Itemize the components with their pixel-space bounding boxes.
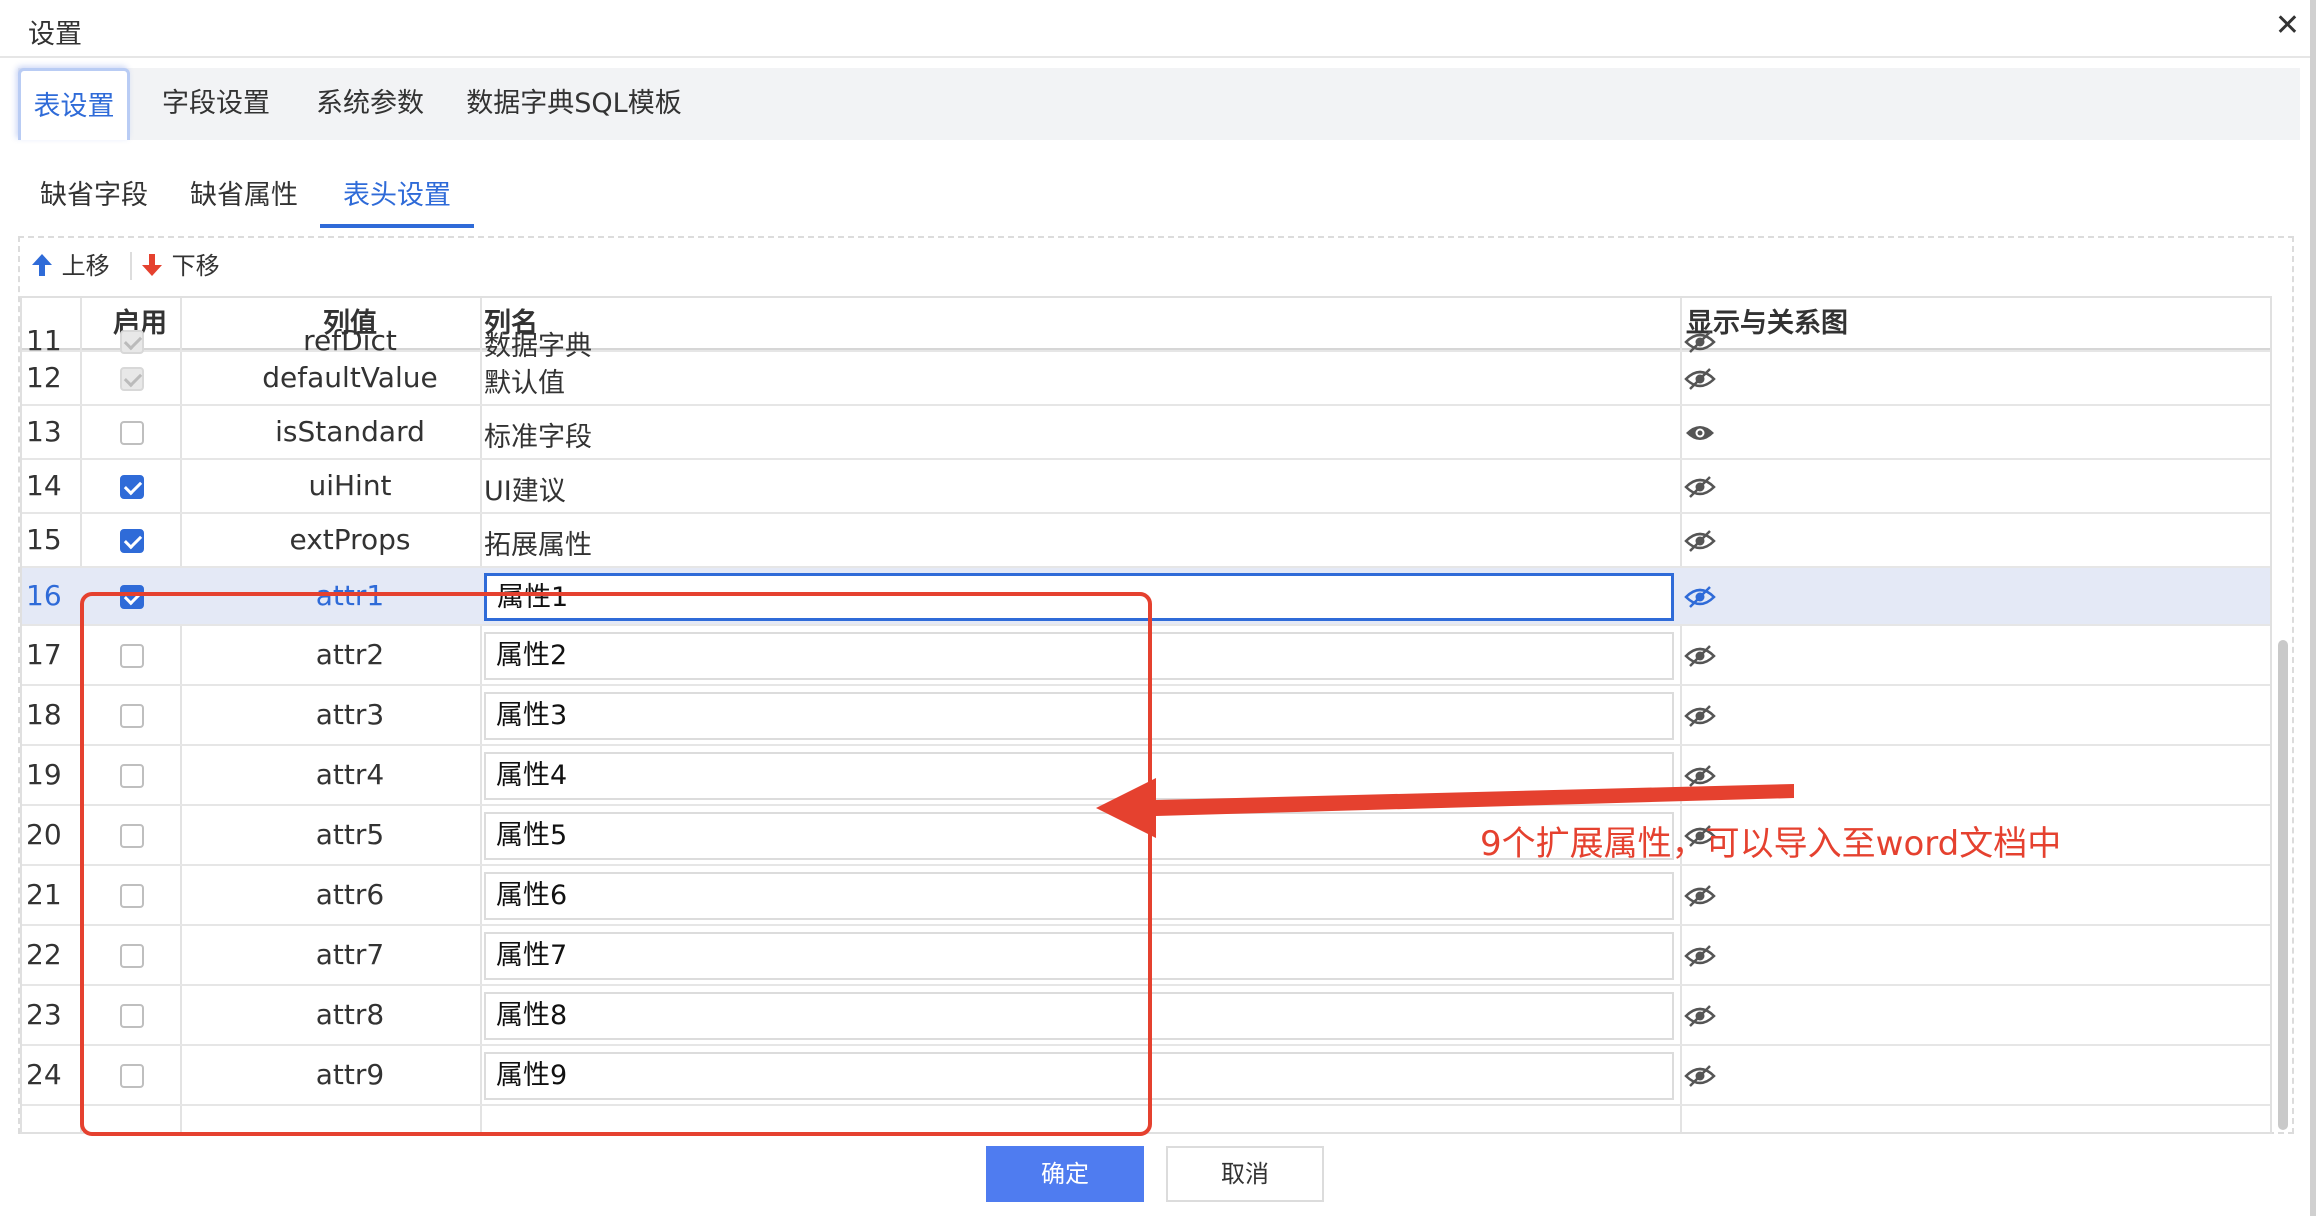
row-number: 17 bbox=[26, 638, 62, 671]
row-number: 21 bbox=[26, 878, 62, 911]
table-row[interactable]: 15 extProps 拓展属性 bbox=[22, 514, 2270, 568]
subtab-default-fields[interactable]: 缺省字段 bbox=[36, 176, 152, 228]
eye-off-icon[interactable] bbox=[1684, 475, 1716, 499]
row-number: 23 bbox=[26, 998, 62, 1031]
column-name[interactable]: UI建议 bbox=[484, 469, 566, 508]
column-name[interactable]: 标准字段 bbox=[484, 415, 592, 454]
dialog-titlebar: 设置 ✕ bbox=[0, 0, 2316, 58]
eye-off-icon[interactable] bbox=[1684, 644, 1716, 668]
column-value: uiHint bbox=[308, 469, 392, 502]
table-row[interactable]: 12 defaultValue 默认值 bbox=[22, 352, 2270, 406]
enable-checkbox[interactable] bbox=[120, 475, 144, 499]
table-row[interactable]: 13 isStandard 标准字段 bbox=[22, 406, 2270, 460]
row-number: 18 bbox=[26, 698, 62, 731]
row-number: 22 bbox=[26, 938, 62, 971]
column-value: extProps bbox=[289, 523, 411, 556]
eye-off-icon[interactable] bbox=[1684, 704, 1716, 728]
dialog-title: 设置 bbox=[28, 19, 82, 50]
move-up-label: 上移 bbox=[61, 252, 110, 280]
tab-system-params[interactable]: 系统参数 bbox=[300, 68, 440, 140]
eye-off-icon[interactable] bbox=[1684, 367, 1716, 391]
main-tabs: 表设置 字段设置 系统参数 数据字典SQL模板 bbox=[18, 68, 2300, 140]
tab-dict-sql-template[interactable]: 数据字典SQL模板 bbox=[454, 68, 694, 140]
move-up-button[interactable]: 上移 bbox=[30, 246, 110, 286]
enable-checkbox[interactable] bbox=[120, 367, 144, 391]
move-down-button[interactable]: 下移 bbox=[140, 246, 220, 286]
eye-off-icon[interactable] bbox=[1684, 529, 1716, 553]
arrow-up-icon bbox=[32, 254, 52, 276]
eye-icon[interactable] bbox=[1684, 421, 1716, 445]
window-edge bbox=[2310, 0, 2316, 1216]
column-value: isStandard bbox=[275, 415, 425, 448]
row-number: 16 bbox=[26, 579, 62, 612]
column-value: defaultValue bbox=[262, 361, 438, 394]
subtab-header-settings[interactable]: 表头设置 bbox=[320, 176, 474, 228]
row-number: 24 bbox=[26, 1058, 62, 1091]
cancel-button[interactable]: 取消 bbox=[1166, 1146, 1324, 1202]
enable-checkbox[interactable] bbox=[120, 529, 144, 553]
move-down-label: 下移 bbox=[171, 252, 220, 280]
column-name[interactable]: 默认值 bbox=[484, 361, 565, 400]
row-number: 13 bbox=[26, 415, 62, 448]
ok-button[interactable]: 确定 bbox=[986, 1146, 1144, 1202]
eye-off-icon[interactable] bbox=[1684, 585, 1716, 609]
table-scrollbar[interactable] bbox=[2278, 640, 2288, 1130]
annotation-text: 9个扩展属性，可以导入至word文档中 bbox=[1480, 824, 2062, 864]
tab-field-settings[interactable]: 字段设置 bbox=[146, 68, 286, 140]
row-number: 20 bbox=[26, 818, 62, 851]
eye-off-icon[interactable] bbox=[1684, 944, 1716, 968]
enable-checkbox[interactable] bbox=[120, 330, 144, 354]
table-row[interactable]: 11 refDict 数据字典 bbox=[22, 324, 2270, 362]
table-row[interactable]: 14 uiHint UI建议 bbox=[22, 460, 2270, 514]
enable-checkbox[interactable] bbox=[120, 421, 144, 445]
eye-off-icon[interactable] bbox=[1684, 884, 1716, 908]
eye-off-icon[interactable] bbox=[1684, 1004, 1716, 1028]
tab-table-settings[interactable]: 表设置 bbox=[18, 68, 130, 140]
eye-off-icon[interactable] bbox=[1684, 330, 1716, 354]
subtab-default-attrs[interactable]: 缺省属性 bbox=[186, 176, 302, 228]
arrow-down-icon bbox=[142, 254, 162, 276]
sub-tabs: 缺省字段 缺省属性 表头设置 bbox=[18, 162, 2300, 230]
close-icon[interactable]: ✕ bbox=[2275, 8, 2300, 43]
row-number: 15 bbox=[26, 523, 62, 556]
row-number: 14 bbox=[26, 469, 62, 502]
eye-off-icon[interactable] bbox=[1684, 1064, 1716, 1088]
annotation-highlight-box bbox=[80, 592, 1152, 1136]
row-number: 19 bbox=[26, 758, 62, 791]
column-name[interactable]: 拓展属性 bbox=[484, 523, 592, 562]
toolbar-divider bbox=[130, 252, 132, 280]
row-number: 12 bbox=[26, 361, 62, 394]
